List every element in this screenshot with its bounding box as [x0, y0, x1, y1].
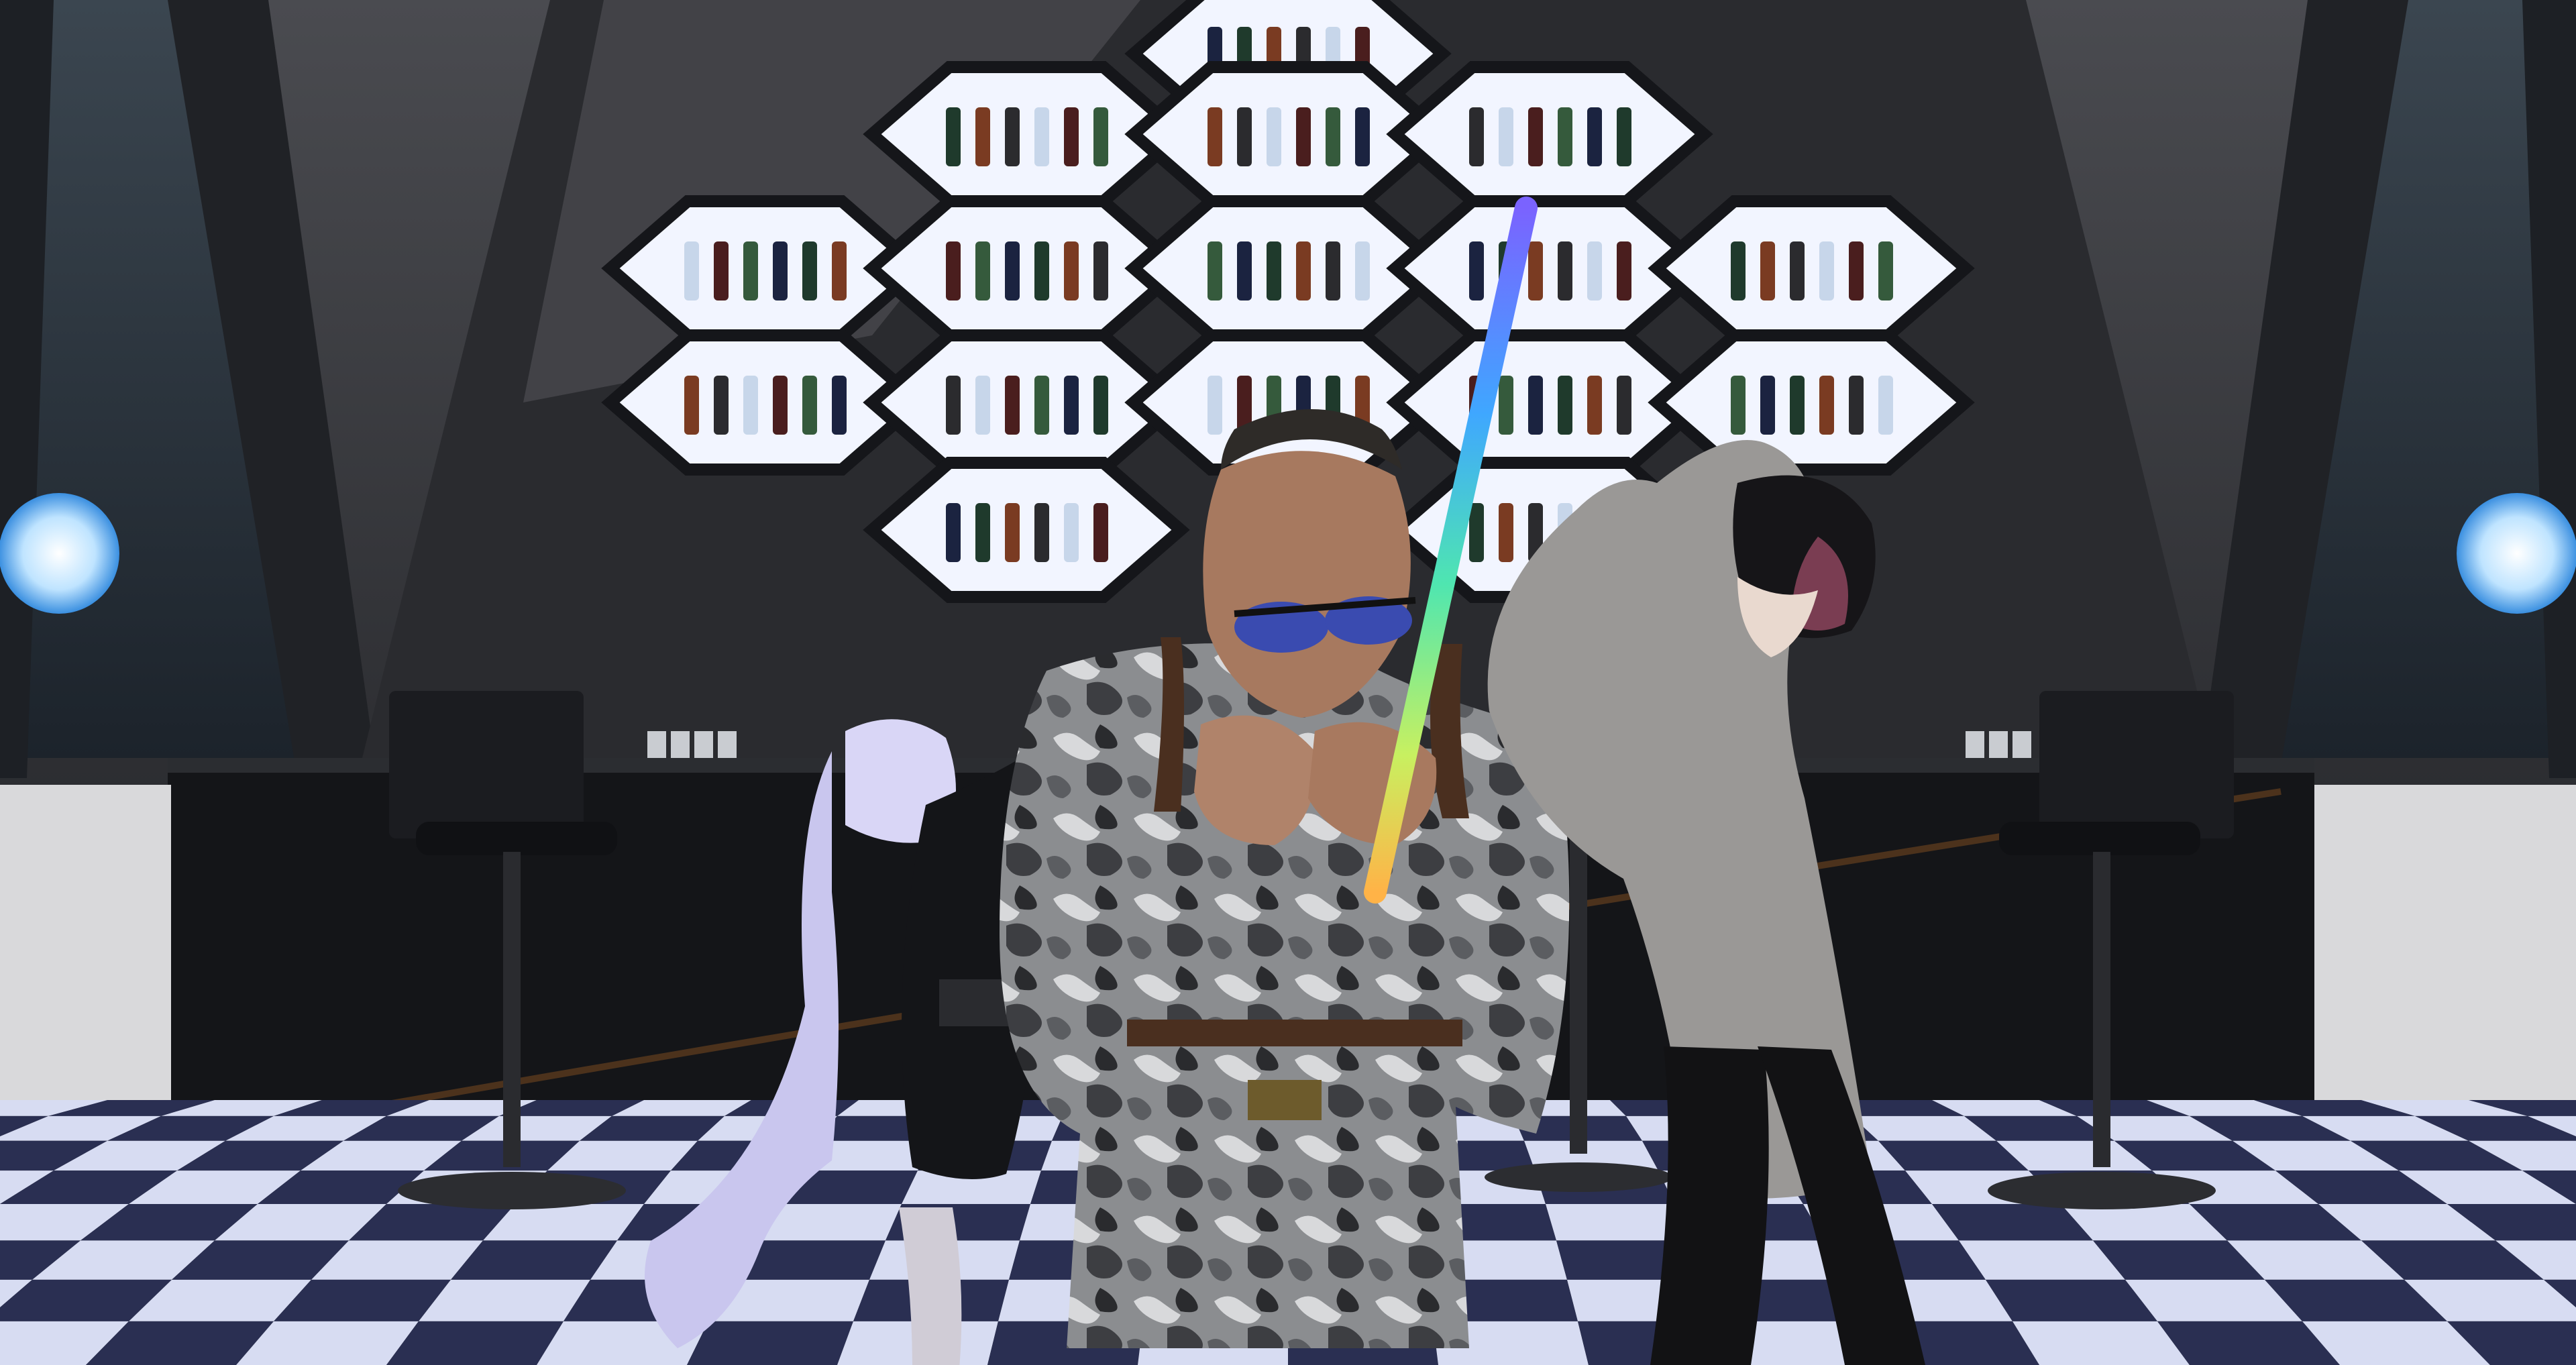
bottle	[1587, 376, 1602, 435]
bottle	[1760, 241, 1775, 301]
bottle	[975, 376, 990, 435]
bottle	[1731, 376, 1746, 435]
scene-svg	[0, 0, 2576, 1365]
bottle	[1034, 107, 1049, 166]
bottle	[1326, 241, 1340, 301]
bottle	[1558, 107, 1572, 166]
bottle	[1034, 376, 1049, 435]
bottle	[1296, 241, 1311, 301]
bottle	[1819, 376, 1834, 435]
bottle	[1499, 376, 1513, 435]
bottle	[1237, 241, 1252, 301]
bottle	[1093, 503, 1108, 562]
bottle	[832, 376, 847, 435]
bottle	[684, 376, 699, 435]
bottle	[1064, 107, 1079, 166]
bottle	[1267, 241, 1281, 301]
bottle	[1005, 107, 1020, 166]
bottle	[975, 503, 990, 562]
hex-shelf	[1386, 61, 1713, 207]
bottle	[1617, 241, 1631, 301]
bottle	[1093, 376, 1108, 435]
bottle	[975, 107, 990, 166]
bottle	[1469, 107, 1484, 166]
bottle	[946, 107, 961, 166]
bottle	[1790, 241, 1805, 301]
bottle	[1558, 376, 1572, 435]
hex-shelf	[1648, 195, 1975, 341]
bottle	[1587, 241, 1602, 301]
bottle	[946, 241, 961, 301]
bottle	[975, 241, 990, 301]
bottle	[714, 376, 729, 435]
bottle	[1499, 107, 1513, 166]
bottle	[1326, 107, 1340, 166]
bottle	[1819, 241, 1834, 301]
bottle	[802, 376, 817, 435]
bottle	[1617, 376, 1631, 435]
floor-tile	[687, 1321, 853, 1365]
bottle	[1237, 107, 1252, 166]
bottle	[1208, 107, 1222, 166]
bottle	[1469, 241, 1484, 301]
bottle	[743, 241, 758, 301]
bottle	[802, 241, 817, 301]
bottle	[1469, 503, 1484, 562]
bottle	[1093, 107, 1108, 166]
bottle	[1499, 503, 1513, 562]
hex-shelf	[863, 457, 1190, 603]
bottle	[684, 241, 699, 301]
wall-light-left	[0, 493, 119, 614]
bottle	[1005, 503, 1020, 562]
bottle	[1034, 241, 1049, 301]
bottle	[1355, 241, 1370, 301]
bottle	[1005, 376, 1020, 435]
bottle	[1005, 241, 1020, 301]
bottle	[1878, 376, 1893, 435]
bottle	[1034, 503, 1049, 562]
bottle	[946, 503, 961, 562]
bottle	[1849, 241, 1864, 301]
bottle	[1064, 376, 1079, 435]
hex-shelf	[1648, 329, 1975, 476]
bottle	[1790, 376, 1805, 435]
bottle	[832, 241, 847, 301]
bottle	[1617, 107, 1631, 166]
bottle	[1528, 241, 1543, 301]
bottle	[1093, 241, 1108, 301]
bottle	[1731, 241, 1746, 301]
bottle	[1587, 107, 1602, 166]
bottle	[1296, 107, 1311, 166]
bottle	[1760, 376, 1775, 435]
wall-light-right	[2457, 493, 2576, 614]
bottle	[1208, 241, 1222, 301]
bottle	[946, 376, 961, 435]
bottle	[1849, 376, 1864, 435]
bottle	[1208, 376, 1222, 435]
bottle	[773, 241, 788, 301]
bottle	[1528, 107, 1543, 166]
bottle	[1064, 503, 1079, 562]
bottle	[1064, 241, 1079, 301]
bottle	[1558, 241, 1572, 301]
game-viewport[interactable]: vr-social-bar-screenshot	[0, 0, 2576, 1365]
bottle	[743, 376, 758, 435]
bottle	[1355, 107, 1370, 166]
bottle	[714, 241, 729, 301]
bottle	[1878, 241, 1893, 301]
bottle	[773, 376, 788, 435]
bottle	[1267, 107, 1281, 166]
bottle	[1528, 376, 1543, 435]
